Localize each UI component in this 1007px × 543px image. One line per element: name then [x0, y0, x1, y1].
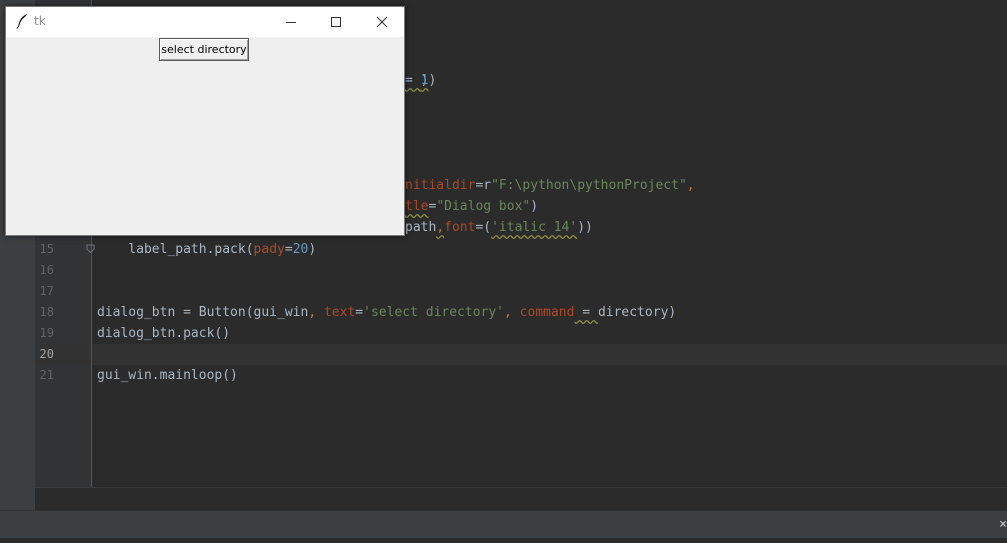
code-token: = — [574, 305, 598, 320]
tk-window[interactable]: tk select directory — [5, 6, 405, 236]
line-number: 21 — [39, 368, 54, 382]
code-token: tle — [405, 199, 429, 214]
close-icon[interactable]: × — [999, 517, 1007, 532]
code-token: = — [355, 305, 364, 320]
status-bar — [0, 538, 1007, 543]
code-token: )) — [577, 220, 593, 235]
code-token: = — [405, 73, 421, 88]
line-number: 16 — [39, 263, 54, 277]
code-token: , — [504, 305, 520, 320]
code-line-fragment: tle="Dialog box") — [405, 196, 538, 217]
code-token: 'italic 14' — [491, 220, 578, 235]
code-line-fragment: path,font=('italic 14')) — [405, 217, 593, 238]
code-token: font — [444, 220, 476, 235]
code-token: nitialdir — [405, 178, 476, 193]
tool-window-bar: × — [0, 510, 1007, 538]
code-token: directory) — [597, 305, 677, 320]
code-line-19: dialog_btn.pack() — [97, 326, 231, 341]
line-number: 18 — [39, 305, 54, 319]
fold-end-icon[interactable] — [86, 244, 95, 254]
code-token: ) — [308, 242, 317, 257]
code-token: ) — [530, 199, 539, 214]
code-line-fragment: nitialdir=r"F:\python\pythonProject", — [405, 175, 695, 196]
code-token: = — [284, 242, 293, 257]
maximize-button[interactable] — [314, 7, 359, 37]
code-line-fragment: = 1) — [405, 70, 436, 91]
minimize-button[interactable] — [269, 7, 314, 37]
code-line-21: gui_win.mainloop() — [97, 368, 238, 383]
code-line-18: dialog_btn = Button(gui_win, text='selec… — [97, 302, 676, 323]
line-number: 17 — [39, 284, 54, 298]
code-token: "F:\python\pythonProject" — [491, 178, 687, 193]
editor-breadcrumb-bar — [35, 487, 1007, 510]
code-token: 'select directory' — [363, 305, 505, 320]
code-token: label_path.pack( — [97, 242, 254, 257]
line-number: 15 — [39, 242, 54, 256]
code-token: , — [308, 305, 324, 320]
code-token: dialog_btn = Button(gui_win — [97, 305, 309, 320]
code-token: ) — [428, 73, 437, 88]
window-titlebar[interactable]: tk — [6, 7, 404, 37]
code-token: pady — [253, 242, 285, 257]
minimize-icon — [286, 21, 296, 23]
window-title: tk — [34, 14, 46, 28]
code-token: , — [686, 178, 695, 193]
line-number: 19 — [39, 326, 54, 340]
code-token: 20 — [292, 242, 309, 257]
code-line-15: label_path.pack(pady=20) — [97, 239, 316, 260]
code-token: , — [436, 220, 445, 235]
current-line-highlight — [35, 344, 1007, 365]
line-number-active: 20 — [39, 347, 54, 361]
code-token: =r — [475, 178, 492, 193]
feather-icon — [16, 13, 28, 29]
maximize-icon — [331, 16, 341, 27]
code-token: "Dialog box" — [436, 199, 531, 214]
close-icon — [376, 16, 387, 28]
select-directory-button[interactable]: select directory — [159, 38, 249, 61]
code-token: path — [405, 220, 437, 235]
code-token: text — [323, 305, 356, 320]
close-button[interactable] — [359, 7, 404, 37]
code-token: =( — [475, 220, 492, 235]
code-token: command — [519, 305, 575, 320]
